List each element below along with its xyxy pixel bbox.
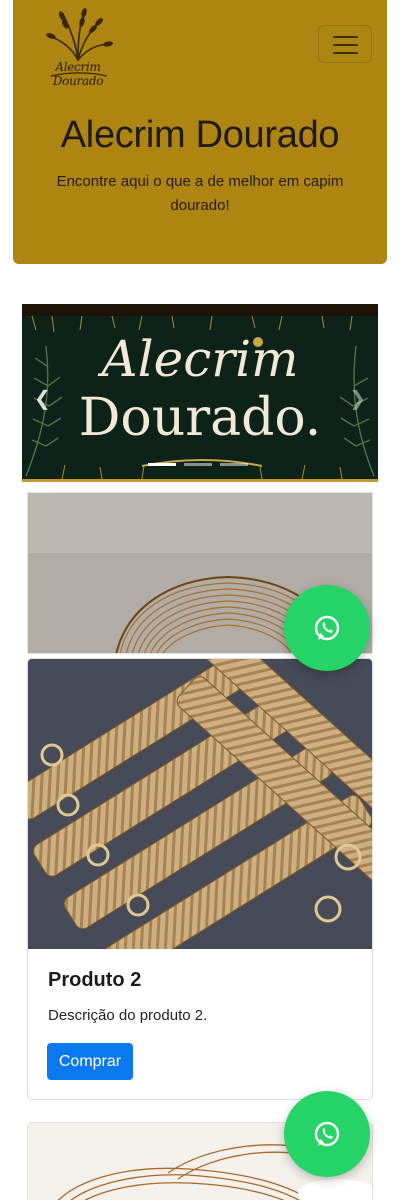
logo-text: Alecrim Dourado xyxy=(52,60,104,88)
carousel-indicators xyxy=(148,463,250,466)
page-title: Alecrim Dourado xyxy=(60,114,340,156)
whatsapp-icon xyxy=(314,615,340,641)
chevron-right-icon: ❯ xyxy=(349,388,366,410)
carousel-indicator[interactable] xyxy=(148,463,176,466)
carousel-indicator[interactable] xyxy=(220,463,248,466)
banner-title-line2: Dourado. xyxy=(78,388,322,448)
page-subtitle: Encontre aqui o que a de melhor em capim… xyxy=(56,173,344,214)
whatsapp-button[interactable] xyxy=(284,1091,370,1177)
product-title: Produto 2 xyxy=(48,969,142,991)
whatsapp-button[interactable] xyxy=(284,585,370,671)
chevron-left-icon: ❮ xyxy=(34,388,51,410)
product-image xyxy=(28,659,372,949)
product-card: Produto 2 Descrição do produto 2. Compra… xyxy=(27,658,373,1100)
buy-button[interactable]: Comprar xyxy=(47,1043,133,1080)
carousel-prev-button[interactable]: ❮ xyxy=(34,386,51,411)
product-description: Descrição do produto 2. xyxy=(48,1007,208,1024)
menu-toggle-button[interactable] xyxy=(318,25,372,63)
carousel-indicator[interactable] xyxy=(184,463,212,466)
whatsapp-icon xyxy=(314,1121,340,1147)
hamburger-icon xyxy=(333,36,358,38)
brand-logo[interactable]: Alecrim Dourado xyxy=(29,4,127,88)
banner-carousel[interactable]: Alecrim Dourado. ❮ ❯ xyxy=(22,304,378,482)
carousel-next-button[interactable]: ❯ xyxy=(349,386,366,411)
banner-title-line1: Alecrim xyxy=(101,330,299,388)
hero-header: Alecrim Dourado Alecrim Dourado Encontre… xyxy=(13,0,387,264)
